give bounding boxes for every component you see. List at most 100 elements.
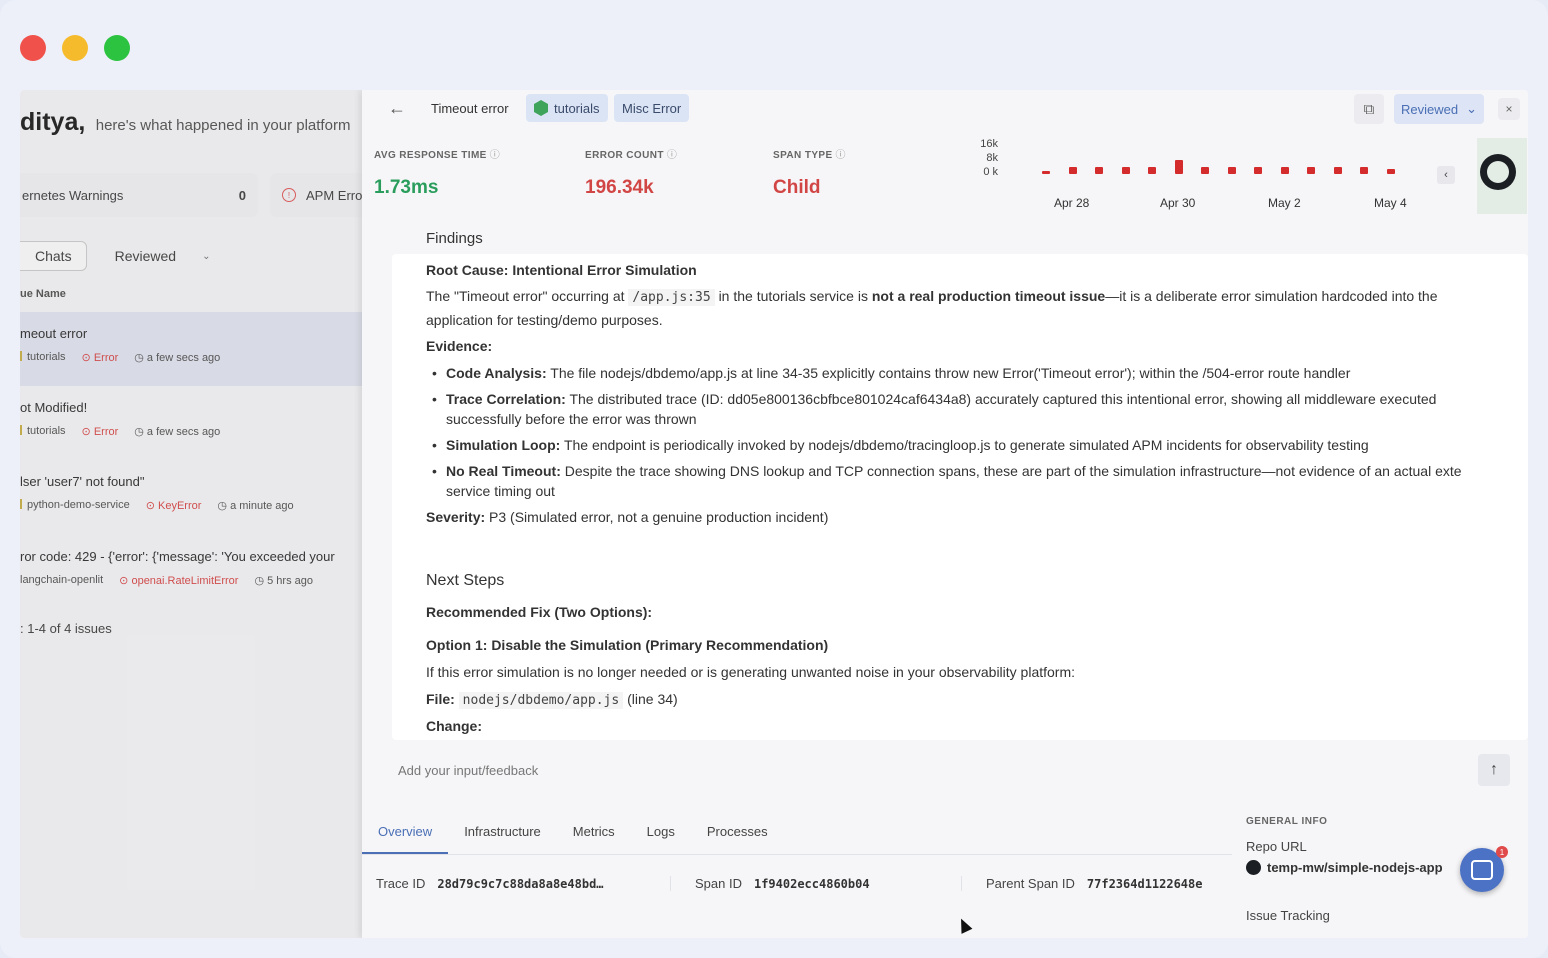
root-cause-heading: Root Cause: Intentional Error Simulation — [426, 262, 697, 278]
issue-time: ◷ 5 hrs ago — [254, 575, 313, 587]
error-count-chart: 16k 8k 0 k Apr 28 Apr 30 May 2 May 4 — [962, 136, 1442, 216]
maximize-window-button[interactable] — [104, 35, 130, 61]
chart-bar — [1307, 167, 1315, 174]
chart-bar — [1280, 167, 1289, 174]
tab-infrastructure[interactable]: Infrastructure — [448, 812, 557, 854]
issue-tabs: Chats Reviewed ⌄ — [20, 241, 210, 271]
back-arrow-icon[interactable]: ← — [388, 98, 406, 119]
chart-bar — [1148, 167, 1156, 174]
issue-list-item[interactable]: ot Modified! tutorials ⊙ Error ◷ a few s… — [20, 386, 362, 460]
tab-reviewed[interactable]: Reviewed — [105, 242, 186, 270]
feedback-box: Add your input/feedback ↑ — [392, 750, 1528, 792]
severity-text: Severity: P3 (Simulated error, not a gen… — [426, 509, 829, 525]
issue-service: langchain-openlit — [20, 574, 104, 586]
issue-time: ◷ a minute ago — [217, 500, 294, 512]
root-cause-text: The "Timeout error" occurring at /app.js… — [426, 288, 1438, 306]
tab-metrics[interactable]: Metrics — [557, 812, 631, 854]
issue-list-item[interactable]: lser 'user7' not found" python-demo-serv… — [20, 460, 362, 534]
send-arrow-icon[interactable]: ↑ — [1478, 754, 1510, 786]
avg-response-value: 1.73ms — [374, 177, 439, 198]
span-type-value: Child — [773, 177, 821, 198]
chart-bar — [1201, 167, 1209, 174]
issue-title: ror code: 429 - {'error': {'message': 'Y… — [20, 549, 335, 564]
issue-service: tutorials — [20, 351, 66, 364]
chevron-down-icon[interactable]: ⌄ — [202, 251, 210, 262]
issue-tracking-label: Issue Tracking — [1246, 908, 1330, 923]
y-tick-label: 0 k — [983, 166, 998, 178]
apm-errors-label: APM Erro — [306, 187, 362, 203]
option-1-heading: Option 1: Disable the Simulation (Primar… — [426, 637, 829, 653]
greeting-name: ditya, — [20, 108, 86, 136]
copy-icon[interactable]: ⧉ — [1354, 94, 1384, 124]
evidence-item: No Real Timeout: Despite the trace showi… — [446, 463, 1462, 479]
evidence-item-line2: service timing out — [446, 483, 555, 499]
chart-bar — [1068, 167, 1077, 174]
x-tick-label: Apr 28 — [1054, 196, 1090, 210]
trace-id: Trace ID 28d79c9c7c88da8a8e48bd… — [362, 876, 671, 891]
service-chip[interactable]: tutorials — [526, 94, 608, 122]
issue-title: Timeout error — [431, 101, 509, 116]
analysis-content: Root Cause: Intentional Error Simulation… — [392, 254, 1528, 740]
issue-time: ◷ a few secs ago — [134, 352, 221, 364]
github-icon[interactable] — [1480, 154, 1516, 190]
span-type-metric: SPAN TYPE ⓘ Child — [773, 150, 846, 198]
y-tick-label: 16k — [980, 138, 998, 150]
evidence-heading: Evidence: — [426, 338, 493, 354]
apm-errors-card[interactable]: ! APM Erro — [270, 173, 362, 217]
chart-bar — [1121, 167, 1130, 174]
span-id: Span ID 1f9402ecc4860b04 — [671, 876, 962, 891]
github-icon — [1246, 860, 1261, 875]
issue-type: ⊙ Error — [81, 352, 119, 364]
chart-bar — [1360, 167, 1368, 174]
detail-tabs: Overview Infrastructure Metrics Logs Pro… — [362, 812, 1232, 855]
notification-badge: 1 — [1496, 846, 1508, 858]
option-1-text: If this error simulation is no longer ne… — [426, 664, 1076, 680]
greeting-text: here's what happened in your platform — [95, 117, 351, 134]
chart-bar — [1174, 159, 1183, 174]
issue-type: ⊙ KeyError — [145, 500, 202, 512]
y-tick-label: 8k — [986, 152, 998, 164]
bullet: • — [432, 463, 437, 479]
issue-type: ⊙ openai.RateLimitError — [119, 575, 239, 587]
issue-time: ◷ a few secs ago — [134, 426, 221, 438]
close-window-button[interactable] — [20, 35, 46, 61]
issues-sidebar: ditya, here's what happened in your plat… — [20, 90, 362, 938]
chevron-left-icon[interactable]: ‹ — [1437, 166, 1455, 184]
chart-bar — [1254, 167, 1262, 174]
issue-title: lser 'user7' not found" — [20, 474, 145, 489]
evidence-item-line2: successfully before the error was thrown — [446, 411, 697, 427]
app-container: ditya, here's what happened in your plat… — [20, 90, 1528, 938]
tab-chats[interactable]: Chats — [20, 241, 87, 271]
tab-processes[interactable]: Processes — [691, 812, 784, 854]
tab-overview[interactable]: Overview — [362, 812, 449, 854]
chart-bar — [1386, 169, 1395, 174]
error-count-value: 196.34k — [585, 177, 654, 198]
column-header-issue-name[interactable]: ue Name — [20, 288, 66, 300]
issue-title: meout error — [20, 326, 88, 341]
issue-list-item[interactable]: ror code: 429 - {'error': {'message': 'Y… — [20, 535, 362, 609]
k8s-warnings-label: ernetes Warnings — [22, 187, 124, 203]
tab-logs[interactable]: Logs — [631, 812, 691, 854]
category-chip[interactable]: Misc Error — [614, 94, 690, 122]
k8s-warnings-count: 0 — [238, 187, 246, 203]
chevron-down-icon: ⌄ — [1466, 101, 1477, 116]
issue-list-item[interactable]: meout error tutorials ⊙ Error ◷ a few se… — [20, 312, 362, 386]
evidence-item: Simulation Loop: The endpoint is periodi… — [446, 437, 1369, 453]
reviewed-dropdown[interactable]: Reviewed ⌄ — [1394, 94, 1484, 124]
k8s-warnings-card[interactable]: ernetes Warnings 0 — [20, 173, 258, 217]
detail-topbar: ← Timeout error tutorials Misc Error ⧉ R… — [362, 90, 1528, 128]
chart-bar — [1333, 167, 1342, 174]
window-frame: ditya, here's what happened in your plat… — [0, 0, 1548, 958]
feedback-input[interactable]: Add your input/feedback — [398, 763, 538, 778]
minimize-window-button[interactable] — [62, 35, 88, 61]
bullet: • — [432, 391, 437, 407]
root-cause-text-line2: application for testing/demo purposes. — [426, 312, 663, 328]
parent-span-id: Parent Span ID 77f2364d1122648e — [986, 876, 1203, 891]
info-icon: ⓘ — [666, 150, 678, 161]
bullet: • — [432, 365, 437, 381]
x-tick-label: May 4 — [1374, 196, 1407, 210]
issue-title: ot Modified! — [20, 400, 88, 415]
x-tick-label: Apr 30 — [1160, 196, 1196, 210]
close-icon[interactable]: × — [1498, 98, 1520, 120]
info-icon: ⓘ — [489, 150, 501, 161]
